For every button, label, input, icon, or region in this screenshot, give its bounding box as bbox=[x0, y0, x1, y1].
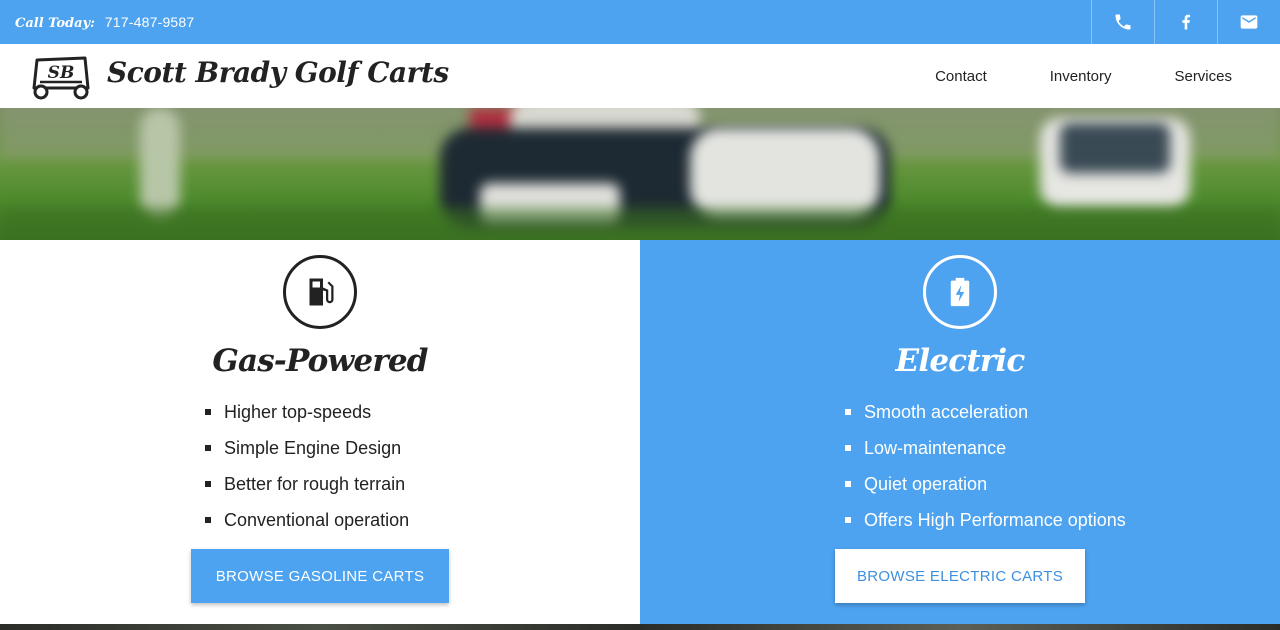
feature-text: Better for rough terrain bbox=[224, 474, 406, 494]
gas-title: Gas-Powered bbox=[212, 343, 428, 379]
list-item: Low-maintenance bbox=[845, 436, 1126, 472]
main-nav: Contact Inventory Services bbox=[872, 44, 1232, 108]
feature-text: Conventional operation bbox=[224, 510, 410, 530]
feature-text: Low-maintenance bbox=[864, 438, 1007, 458]
nav-inventory[interactable]: Inventory bbox=[1050, 68, 1112, 85]
feature-text: Simple Engine Design bbox=[224, 438, 402, 458]
call-today: Call Today: 717-487-9587 bbox=[15, 0, 194, 44]
electric-title: Electric bbox=[895, 343, 1026, 379]
nav-contact[interactable]: Contact bbox=[935, 68, 987, 85]
gas-powered-section: Gas-Powered Higher top-speeds Simple Eng… bbox=[0, 240, 640, 624]
call-label: Call Today: bbox=[15, 16, 95, 31]
browse-electric-carts-button[interactable]: BROWSE ELECTRIC CARTS bbox=[835, 549, 1085, 603]
golf-cart-logo-icon[interactable]: SB bbox=[30, 52, 92, 100]
hero-image bbox=[0, 108, 1280, 240]
list-item: Conventional operation bbox=[205, 508, 409, 544]
footer-image-edge bbox=[0, 624, 1280, 630]
electric-features-list: Smooth acceleration Low-maintenance Quie… bbox=[845, 400, 1126, 544]
feature-text: Offers High Performance options bbox=[864, 510, 1126, 530]
gas-features-list: Higher top-speeds Simple Engine Design B… bbox=[205, 400, 409, 544]
feature-text: Smooth acceleration bbox=[864, 402, 1029, 422]
browse-gasoline-carts-button[interactable]: BROWSE GASOLINE CARTS bbox=[191, 549, 449, 603]
site-header: SB Scott Brady Golf Carts Contact Invent… bbox=[0, 44, 1280, 108]
list-item: Smooth acceleration bbox=[845, 400, 1126, 436]
logo-text: SB bbox=[48, 63, 75, 83]
facebook-icon[interactable] bbox=[1154, 0, 1217, 44]
top-bar: Call Today: 717-487-9587 bbox=[0, 0, 1280, 44]
list-item: Offers High Performance options bbox=[845, 508, 1126, 544]
feature-text: Quiet operation bbox=[864, 474, 988, 494]
battery-charging-icon bbox=[923, 255, 997, 329]
social-links bbox=[1091, 0, 1280, 44]
email-icon[interactable] bbox=[1217, 0, 1280, 44]
list-item: Simple Engine Design bbox=[205, 436, 409, 472]
fuel-pump-icon bbox=[283, 255, 357, 329]
electric-section: Electric Smooth acceleration Low-mainten… bbox=[640, 240, 1280, 624]
phone-icon[interactable] bbox=[1091, 0, 1154, 44]
phone-number[interactable]: 717-487-9587 bbox=[105, 14, 195, 30]
feature-text: Higher top-speeds bbox=[224, 402, 372, 422]
brand-name[interactable]: Scott Brady Golf Carts bbox=[107, 56, 449, 89]
list-item: Higher top-speeds bbox=[205, 400, 409, 436]
list-item: Better for rough terrain bbox=[205, 472, 409, 508]
list-item: Quiet operation bbox=[845, 472, 1126, 508]
nav-services[interactable]: Services bbox=[1174, 68, 1232, 85]
